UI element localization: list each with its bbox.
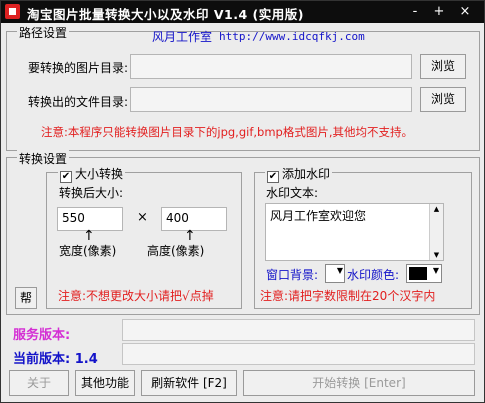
path-settings-legend: 路径设置 xyxy=(17,24,70,41)
other-functions-button[interactable]: 其他功能 xyxy=(75,370,135,396)
help-button[interactable]: 帮 xyxy=(15,287,37,309)
window-bg-color-select[interactable]: ▼ xyxy=(325,264,345,283)
chevron-down-icon: ▼ xyxy=(432,266,439,275)
watermark-legend: ✔ 添加水印 xyxy=(265,165,333,183)
current-version-value: 1.4 xyxy=(74,352,98,367)
browse-source-button[interactable]: 浏览 xyxy=(420,54,466,79)
watermark-note: 注意:请把字数限制在20个汉字内 xyxy=(260,289,436,303)
current-version-caption: 当前版本: xyxy=(13,352,71,367)
app-window: 淘宝图片批量转换大小以及水印 V1.4 (实用版) - + × 路径设置 风月工… xyxy=(0,0,485,403)
browse-output-button[interactable]: 浏览 xyxy=(420,87,466,112)
about-button[interactable]: 关于 xyxy=(9,370,69,396)
height-unit-label: 高度(像素) xyxy=(147,244,205,258)
studio-url-link[interactable]: http://www.idcqfkj.com xyxy=(219,30,365,43)
path-note: 注意:本程序只能转换图片目录下的jpg,gif,bmp格式图片,其他均不支持。 xyxy=(41,125,413,139)
server-version-field xyxy=(122,319,475,341)
maximize-button[interactable]: + xyxy=(429,3,449,21)
scroll-up-icon[interactable]: ▲ xyxy=(430,204,443,214)
current-version-field xyxy=(122,343,475,365)
output-dir-input[interactable] xyxy=(130,87,412,112)
resize-note: 注意:不想更改大小请把√点掉 xyxy=(58,289,214,303)
resize-legend-label: 大小转换 xyxy=(75,167,124,181)
times-sign: × xyxy=(137,210,148,225)
resize-legend: ✔ 大小转换 xyxy=(58,165,126,183)
width-unit-label: 宽度(像素) xyxy=(59,244,117,258)
resize-checkbox[interactable]: ✔ xyxy=(60,171,72,183)
watermark-legend-label: 添加水印 xyxy=(282,167,331,181)
window-bg-label: 窗口背景: xyxy=(266,268,319,282)
studio-name: 风月工作室 xyxy=(152,30,213,44)
watermark-scrollbar[interactable]: ▲ ▼ xyxy=(429,204,443,260)
window-title: 淘宝图片批量转换大小以及水印 V1.4 (实用版) xyxy=(27,7,304,22)
watermark-text-input[interactable]: 风月工作室欢迎您 ▲ ▼ xyxy=(265,203,444,261)
watermark-checkbox[interactable]: ✔ xyxy=(267,171,279,183)
current-version-label: 当前版本: 1.4 xyxy=(13,348,98,367)
minimize-button[interactable]: - xyxy=(405,3,425,21)
scroll-down-icon[interactable]: ▼ xyxy=(430,250,443,260)
watermark-color-label: 水印颜色: xyxy=(347,268,400,282)
title-bar[interactable]: 淘宝图片批量转换大小以及水印 V1.4 (实用版) - + × xyxy=(1,1,484,23)
target-size-label: 转换后大小: xyxy=(59,186,124,200)
output-dir-label: 转换出的文件目录: xyxy=(28,95,129,109)
watermark-text-label: 水印文本: xyxy=(266,186,319,200)
chevron-down-icon: ▼ xyxy=(336,266,343,275)
server-version-label: 服务版本: xyxy=(13,328,71,343)
close-button[interactable]: × xyxy=(455,3,475,21)
watermark-text-value: 风月工作室欢迎您 xyxy=(270,209,367,223)
watermark-color-select[interactable]: ▼ xyxy=(406,264,442,283)
source-dir-label: 要转换的图片目录: xyxy=(28,61,129,75)
source-dir-input[interactable] xyxy=(130,54,412,79)
watermark-color-swatch xyxy=(409,267,427,280)
app-icon xyxy=(5,4,20,19)
refresh-button[interactable]: 刷新软件 [F2] xyxy=(141,370,237,396)
start-convert-button[interactable]: 开始转换 [Enter] xyxy=(243,370,475,396)
window-bg-swatch xyxy=(328,267,334,280)
